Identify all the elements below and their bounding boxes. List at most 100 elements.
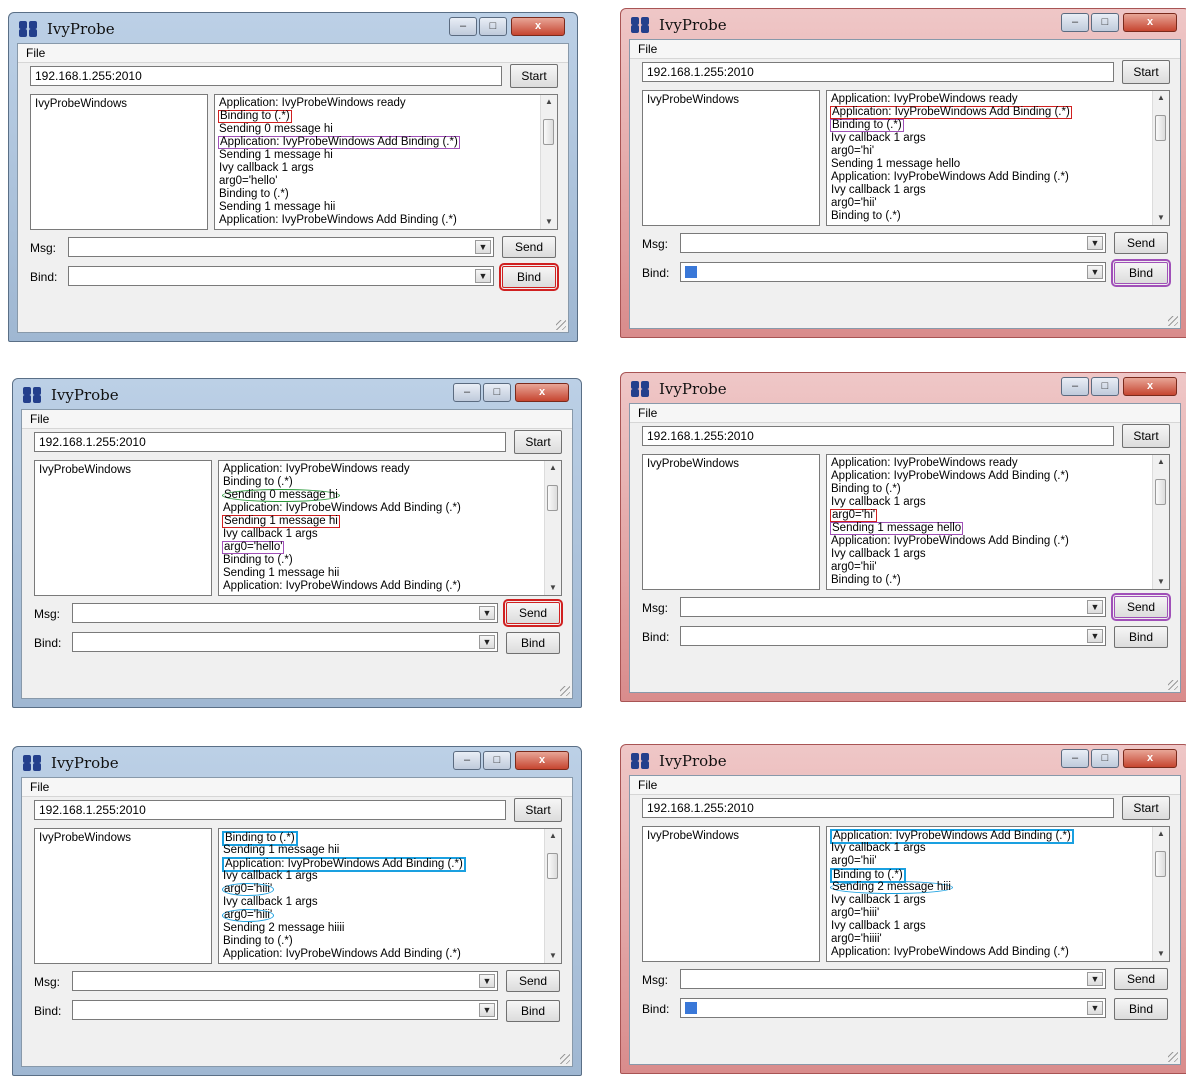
menu-file[interactable]: File	[18, 44, 53, 62]
send-button[interactable]: Send	[502, 236, 556, 258]
bind-button[interactable]: Bind	[1114, 626, 1168, 648]
log-scrollbar[interactable]: ▲ ▼	[540, 95, 557, 229]
bind-combobox[interactable]: ▼	[68, 266, 494, 286]
close-icon[interactable]: x	[1123, 13, 1177, 32]
bind-combobox[interactable]: ▼	[680, 998, 1106, 1018]
scroll-down-icon[interactable]: ▼	[545, 949, 561, 963]
log-scrollbar[interactable]: ▲ ▼	[1152, 827, 1169, 961]
chevron-down-icon[interactable]: ▼	[475, 269, 491, 283]
resize-grip-icon[interactable]	[1168, 680, 1178, 690]
title-bar[interactable]: IvyProbe – □ x	[13, 379, 581, 411]
title-bar[interactable]: IvyProbe – □ x	[13, 747, 581, 779]
bus-address-input[interactable]: 192.168.1.255:2010	[642, 798, 1114, 818]
maximize-icon[interactable]: □	[1091, 377, 1119, 396]
send-button[interactable]: Send	[1114, 968, 1168, 990]
scroll-thumb[interactable]	[547, 853, 558, 879]
maximize-icon[interactable]: □	[1091, 749, 1119, 768]
maximize-icon[interactable]: □	[483, 751, 511, 770]
minimize-icon[interactable]: –	[1061, 377, 1089, 396]
start-button[interactable]: Start	[514, 430, 562, 454]
scroll-thumb[interactable]	[543, 119, 554, 145]
client-item[interactable]: IvyProbeWindows	[647, 458, 815, 470]
minimize-icon[interactable]: –	[453, 383, 481, 402]
menu-file[interactable]: File	[22, 778, 57, 796]
title-bar[interactable]: IvyProbe – □ x	[621, 373, 1186, 405]
close-icon[interactable]: x	[511, 17, 565, 36]
message-log[interactable]: Application: IvyProbeWindows ready Bindin…	[218, 460, 562, 596]
scroll-down-icon[interactable]: ▼	[1153, 575, 1169, 589]
menu-file[interactable]: File	[630, 404, 665, 422]
close-icon[interactable]: x	[515, 383, 569, 402]
menu-file[interactable]: File	[630, 776, 665, 794]
title-bar[interactable]: IvyProbe – □ x	[621, 9, 1186, 41]
clients-list[interactable]: IvyProbeWindows	[642, 454, 820, 590]
bus-address-input[interactable]: 192.168.1.255:2010	[642, 426, 1114, 446]
scroll-up-icon[interactable]: ▲	[1153, 827, 1169, 841]
bind-button[interactable]: Bind	[1114, 998, 1168, 1020]
bus-address-input[interactable]: 192.168.1.255:2010	[34, 800, 506, 820]
client-item[interactable]: IvyProbeWindows	[39, 464, 207, 476]
log-scrollbar[interactable]: ▲ ▼	[1152, 455, 1169, 589]
start-button[interactable]: Start	[1122, 60, 1170, 84]
menu-file[interactable]: File	[22, 410, 57, 428]
clients-list[interactable]: IvyProbeWindows	[34, 828, 212, 964]
bind-combobox[interactable]: ▼	[72, 632, 498, 652]
send-button[interactable]: Send	[1114, 232, 1168, 254]
bind-button[interactable]: Bind	[499, 263, 559, 291]
chevron-down-icon[interactable]: ▼	[475, 240, 491, 254]
client-item[interactable]: IvyProbeWindows	[39, 832, 207, 844]
msg-combobox[interactable]: ▼	[68, 237, 494, 257]
minimize-icon[interactable]: –	[1061, 13, 1089, 32]
resize-grip-icon[interactable]	[1168, 1052, 1178, 1062]
clients-list[interactable]: IvyProbeWindows	[34, 460, 212, 596]
send-button[interactable]: Send	[503, 599, 563, 627]
resize-grip-icon[interactable]	[560, 1054, 570, 1064]
scroll-up-icon[interactable]: ▲	[1153, 91, 1169, 105]
title-bar[interactable]: IvyProbe – □ x	[621, 745, 1186, 777]
log-scrollbar[interactable]: ▲ ▼	[544, 461, 561, 595]
resize-grip-icon[interactable]	[560, 686, 570, 696]
chevron-down-icon[interactable]: ▼	[1087, 972, 1103, 986]
message-log[interactable]: Application: IvyProbeWindows ready Applic…	[826, 454, 1170, 590]
start-button[interactable]: Start	[1122, 424, 1170, 448]
scroll-down-icon[interactable]: ▼	[541, 215, 557, 229]
close-icon[interactable]: x	[1123, 377, 1177, 396]
message-log[interactable]: Application: IvyProbeWindows ready Applic…	[826, 90, 1170, 226]
scroll-thumb[interactable]	[547, 485, 558, 511]
bus-address-input[interactable]: 192.168.1.255:2010	[30, 66, 502, 86]
log-scrollbar[interactable]: ▲ ▼	[1152, 91, 1169, 225]
scroll-up-icon[interactable]: ▲	[1153, 455, 1169, 469]
msg-combobox[interactable]: ▼	[72, 603, 498, 623]
chevron-down-icon[interactable]: ▼	[479, 1003, 495, 1017]
minimize-icon[interactable]: –	[1061, 749, 1089, 768]
title-bar[interactable]: IvyProbe – □ x	[9, 13, 577, 45]
bind-button[interactable]: Bind	[506, 1000, 560, 1022]
clients-list[interactable]: IvyProbeWindows	[30, 94, 208, 230]
message-log[interactable]: Application: IvyProbeWindows ready Bindin…	[214, 94, 558, 230]
client-item[interactable]: IvyProbeWindows	[35, 98, 203, 110]
close-icon[interactable]: x	[515, 751, 569, 770]
chevron-down-icon[interactable]: ▼	[479, 974, 495, 988]
start-button[interactable]: Start	[514, 798, 562, 822]
chevron-down-icon[interactable]: ▼	[1087, 265, 1103, 279]
start-button[interactable]: Start	[1122, 796, 1170, 820]
msg-combobox[interactable]: ▼	[680, 233, 1106, 253]
bus-address-input[interactable]: 192.168.1.255:2010	[642, 62, 1114, 82]
close-icon[interactable]: x	[1123, 749, 1177, 768]
scroll-thumb[interactable]	[1155, 851, 1166, 877]
message-log[interactable]: Application: IvyProbeWindows Add Binding…	[826, 826, 1170, 962]
scroll-up-icon[interactable]: ▲	[541, 95, 557, 109]
bus-address-input[interactable]: 192.168.1.255:2010	[34, 432, 506, 452]
send-button[interactable]: Send	[506, 970, 560, 992]
msg-combobox[interactable]: ▼	[680, 597, 1106, 617]
scroll-thumb[interactable]	[1155, 479, 1166, 505]
minimize-icon[interactable]: –	[453, 751, 481, 770]
minimize-icon[interactable]: –	[449, 17, 477, 36]
msg-combobox[interactable]: ▼	[680, 969, 1106, 989]
maximize-icon[interactable]: □	[479, 17, 507, 36]
chevron-down-icon[interactable]: ▼	[1087, 629, 1103, 643]
resize-grip-icon[interactable]	[556, 320, 566, 330]
clients-list[interactable]: IvyProbeWindows	[642, 826, 820, 962]
menu-file[interactable]: File	[630, 40, 665, 58]
bind-combobox[interactable]: ▼	[680, 626, 1106, 646]
